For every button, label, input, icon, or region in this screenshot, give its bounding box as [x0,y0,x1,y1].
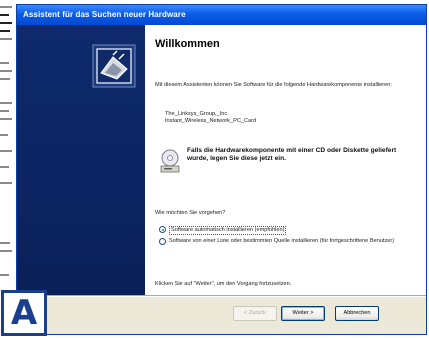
hardware-wizard-icon [92,44,136,88]
wizard-side-panel [17,25,145,295]
back-button[interactable]: < Zurück [233,306,277,321]
cd-hint-row: Falls die Hardwarekomponente mit einer C… [159,147,414,177]
continue-hint: Klicken Sie auf "Weiter", um den Vorgang… [155,281,292,287]
button-divider [17,295,426,297]
device-name-line2: Instant_Wireless_Network_PC_Card [165,118,257,124]
intro-text: Mit diesem Assistenten können Sie Softwa… [155,82,392,88]
cancel-button[interactable]: Abbrechen [335,306,379,321]
window-title: Assistent für das Suchen neuer Hardware [23,10,186,19]
option-auto-install-label: Software automatisch installieren (empfo… [169,226,287,235]
title-bar[interactable]: Assistent für das Suchen neuer Hardware [17,5,426,25]
hardware-wizard-dialog: Assistent für das Suchen neuer Hardware … [16,4,427,335]
install-question: Wie möchten Sie vorgehen? [155,210,226,216]
page-title: Willkommen [155,38,220,50]
device-name: The_Linksys_Group,_Inc. Instant_Wireless… [165,111,405,125]
cd-drive-icon [160,149,180,173]
cd-hint-text: Falls die Hardwarekomponente mit einer C… [187,147,397,162]
wizard-content: Willkommen Mit diesem Assistenten können… [145,25,426,295]
next-button[interactable]: Weiter > [281,306,325,321]
radio-manual-install[interactable] [159,238,166,245]
option-manual-install-label: Software von einer Liste oder bestimmten… [169,238,395,244]
figure-label-badge: A [1,290,47,336]
radio-auto-install[interactable] [159,226,166,233]
manual-text-margin [0,0,16,338]
device-name-line1: The_Linksys_Group,_Inc. [165,111,229,117]
